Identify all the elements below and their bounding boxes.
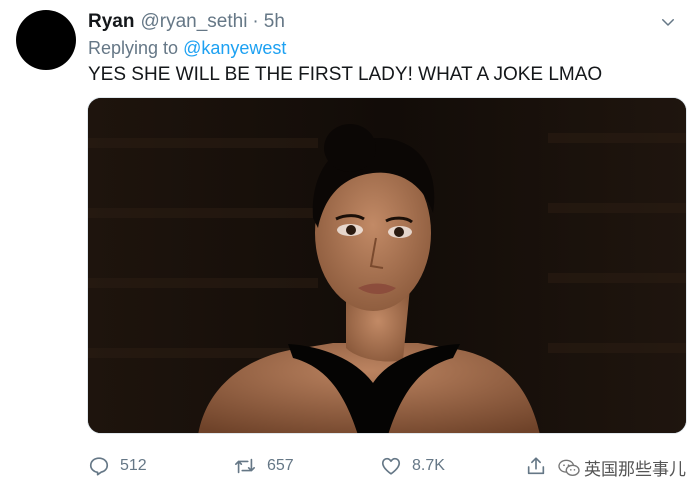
- replying-to-label: Replying to: [88, 38, 179, 58]
- like-count: 8.7K: [412, 457, 445, 474]
- more-options-button[interactable]: [656, 10, 680, 34]
- heart-icon: [381, 457, 401, 475]
- reply-count: 512: [120, 457, 147, 474]
- watermark: 英国那些事儿: [558, 455, 686, 480]
- replying-to-mention-link[interactable]: @kanyewest: [183, 38, 286, 58]
- chevron-down-icon: [662, 19, 674, 26]
- share-button[interactable]: [525, 453, 547, 479]
- replying-to-line: Replying to @kanyewest: [88, 37, 286, 59]
- like-button[interactable]: 8.7K: [380, 453, 445, 479]
- photo-content: [88, 98, 686, 433]
- reply-button[interactable]: 512: [88, 453, 147, 479]
- retweet-arrows-icon: [235, 458, 255, 474]
- tweet-text: YES SHE WILL BE THE FIRST LADY! WHAT A J…: [88, 64, 603, 85]
- avatar[interactable]: [16, 10, 76, 70]
- watermark-text: 英国那些事儿: [584, 460, 686, 479]
- tweet-photo[interactable]: [87, 97, 687, 434]
- timestamp[interactable]: 5h: [264, 11, 285, 32]
- tweet-card[interactable]: Ryan @ryan_sethi · 5h Replying to @kanyewes…: [0, 0, 700, 494]
- wechat-logo-icon: [558, 459, 580, 476]
- speech-bubble-icon: [89, 457, 109, 476]
- tweet-header: Ryan @ryan_sethi · 5h: [88, 10, 285, 34]
- display-name[interactable]: Ryan: [88, 11, 134, 32]
- retweet-count: 657: [267, 457, 294, 474]
- retweet-button[interactable]: 657: [233, 453, 294, 479]
- user-handle[interactable]: @ryan_sethi: [140, 11, 247, 32]
- separator-dot: ·: [252, 11, 259, 32]
- share-upload-icon: [527, 457, 545, 475]
